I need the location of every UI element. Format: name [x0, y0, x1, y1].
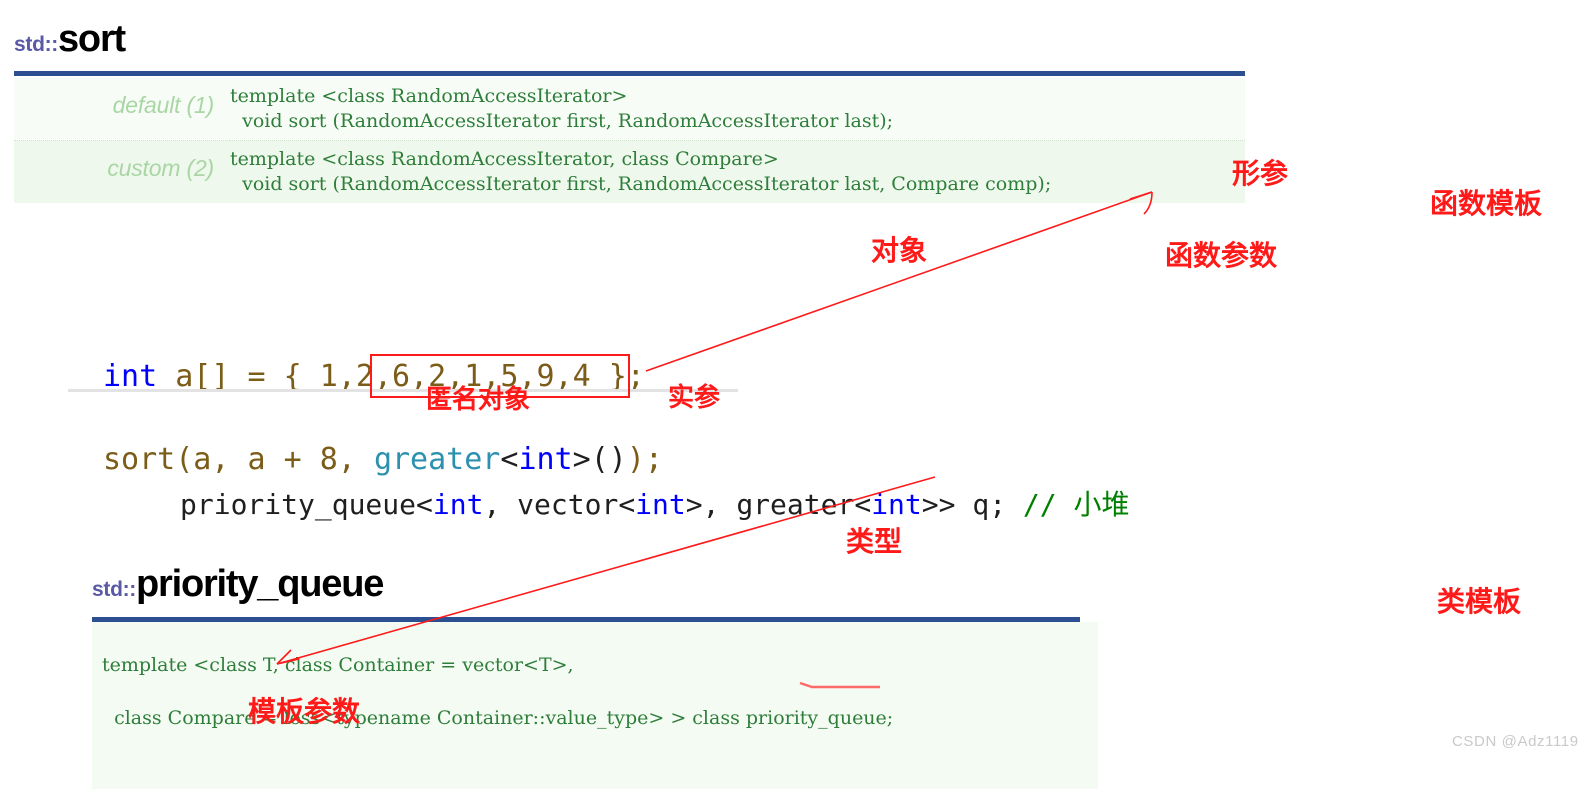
- annotation-hanshu-canshu: 函数参数: [1165, 239, 1278, 272]
- sort-heading-rule: [14, 71, 1245, 76]
- pq-title-text: priority_queue: [136, 563, 384, 605]
- annotation-mingming-duixiang: 匿名对象: [426, 385, 531, 415]
- arrow-object-to-comp: [645, 191, 1153, 372]
- annotation-hanshu-mouban: 函数模板: [1430, 187, 1543, 220]
- signature-label-custom: custom (2): [107, 155, 214, 182]
- annotation-mouban-canshu: 模板参数: [248, 695, 361, 728]
- sort-title-text: sort: [58, 18, 126, 60]
- pq-decl-part3: >, greater<: [685, 487, 872, 521]
- pq-comment: // 小堆: [1022, 487, 1130, 521]
- annotation-lei-mouban: 类模板: [1437, 585, 1522, 618]
- annotation-xingcan: 形参: [1232, 157, 1289, 190]
- signature-line: template <class RandomAccessIterator, cl…: [230, 148, 779, 171]
- annotation-shican: 实参: [668, 383, 721, 413]
- signature-label-default: default (1): [112, 92, 215, 118]
- slide-canvas: std::sort default (1) template <class Ra…: [0, 0, 1583, 789]
- keyword-int-3: int: [871, 487, 922, 521]
- page-title-sort: std::sort: [14, 18, 126, 60]
- annotation-duixiang: 对象: [871, 234, 928, 267]
- sort-signature-table: default (1) template <class RandomAccess…: [14, 78, 1245, 204]
- signature-line: void sort (RandomAccessIterator first, R…: [230, 110, 894, 133]
- pq-decl-part4: >> q;: [921, 487, 1023, 521]
- keyword-int-1: int: [432, 487, 484, 521]
- signature-line: void sort (RandomAccessIterator first, R…: [230, 173, 1052, 196]
- pq-decl-part2: , vector<: [483, 487, 636, 521]
- code-block-priority-queue: priority_queue<int, vector<int>, greater…: [180, 447, 1130, 563]
- table-row: default (1) template <class RandomAccess…: [14, 78, 1245, 141]
- pq-template-line-1: template <class T, class Container = vec…: [102, 654, 574, 677]
- signature-line: template <class RandomAccessIterator>: [230, 85, 628, 107]
- pq-template-signature: template <class T, class Container = vec…: [92, 622, 1098, 789]
- signature-code-custom: template <class RandomAccessIterator, cl…: [230, 141, 1245, 204]
- sort-namespace-prefix: std::: [14, 33, 58, 56]
- keyword-int-2: int: [635, 487, 686, 521]
- pq-namespace-prefix: std::: [92, 578, 136, 601]
- csdn-watermark: CSDN @Adz1119: [1452, 733, 1579, 750]
- pq-decl-part1: priority_queue<: [180, 487, 433, 521]
- signature-code-default: template <class RandomAccessIterator> vo…: [230, 78, 1245, 141]
- table-row: custom (2) template <class RandomAccessI…: [14, 140, 1245, 204]
- page-title-priority-queue: std::priority_queue: [92, 563, 384, 605]
- annotation-leixing: 类型: [846, 525, 903, 558]
